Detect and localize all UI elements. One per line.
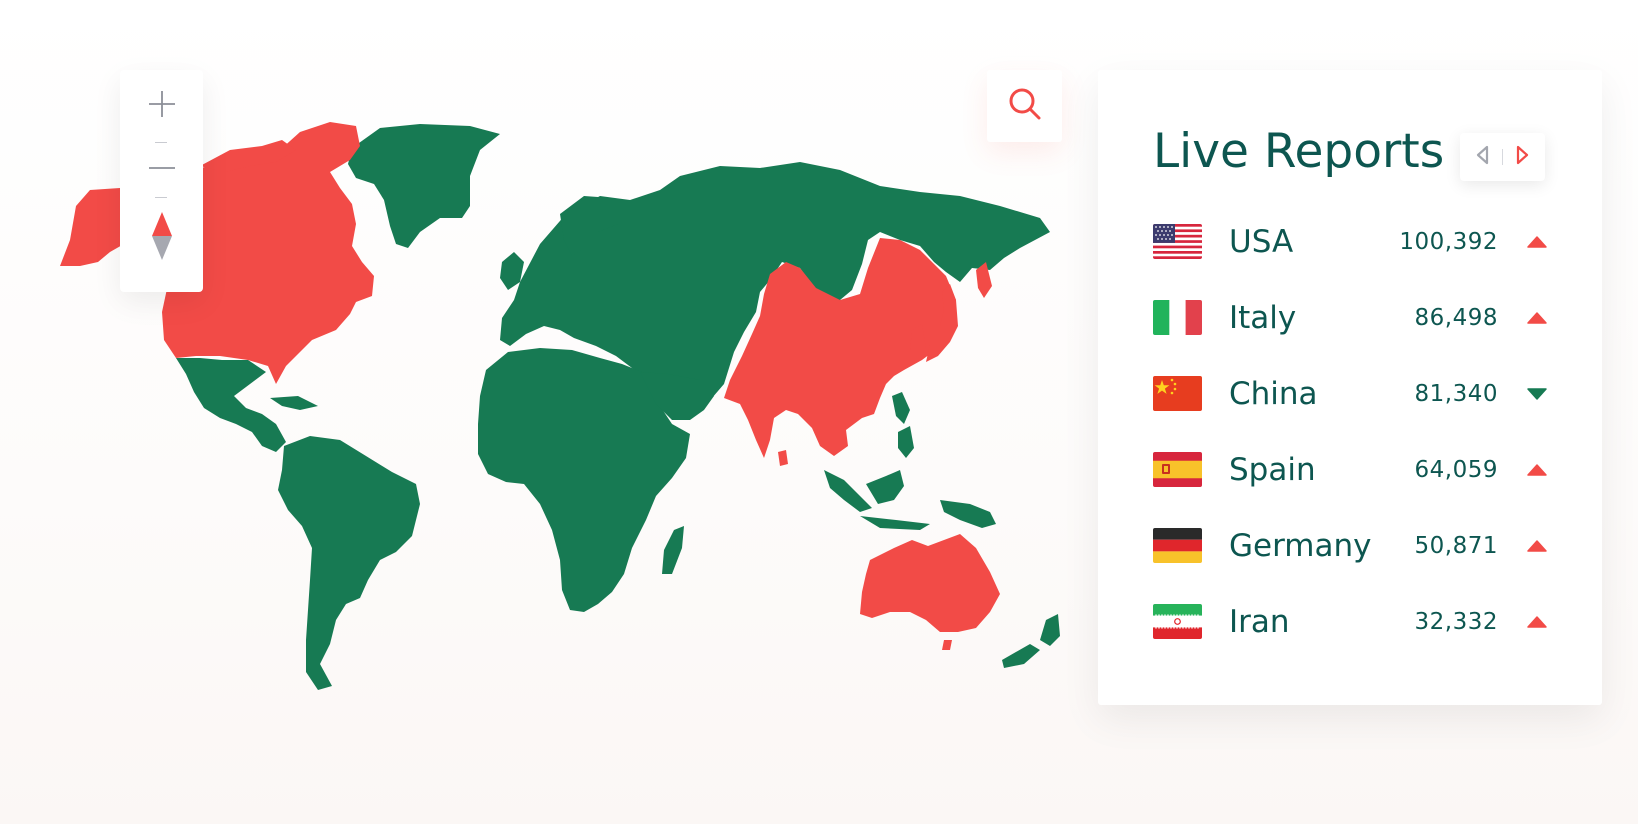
map-region-caribbean [270, 396, 318, 410]
trend-up-icon [1526, 614, 1548, 630]
report-row[interactable]: USA 100,392 [1153, 222, 1548, 298]
report-list: USA 100,392 Italy 86,498 China 81,340 Sp… [1153, 222, 1548, 678]
country-name: Germany [1229, 528, 1372, 564]
spain-flag-icon [1153, 452, 1202, 487]
report-row[interactable]: Germany 50,871 [1153, 526, 1548, 602]
chevron-left-icon [1475, 145, 1489, 169]
case-count: 100,392 [1399, 229, 1498, 255]
map-region-south-america [278, 436, 420, 690]
pager [1460, 133, 1545, 181]
map-region-greenland [348, 124, 500, 248]
germany-flag-icon [1153, 528, 1202, 563]
country-name: Spain [1229, 452, 1316, 488]
prev-page-button[interactable] [1462, 133, 1502, 181]
country-name: Italy [1229, 300, 1297, 336]
live-reports-panel: Live Reports USA 100,392 Italy 86,498 Ch… [1098, 70, 1602, 705]
minus-icon [147, 153, 177, 187]
trend-up-icon [1526, 310, 1548, 326]
next-page-button[interactable] [1503, 133, 1543, 181]
zoom-in-button[interactable] [120, 88, 203, 124]
country-name: Iran [1229, 604, 1290, 640]
case-count: 32,332 [1414, 609, 1498, 635]
map-region-sri-lanka [778, 450, 788, 466]
map-region-new-zealand [1002, 614, 1060, 668]
country-name: China [1229, 376, 1318, 412]
zoom-separator [155, 197, 167, 198]
plus-icon [147, 89, 177, 123]
report-row[interactable]: Italy 86,498 [1153, 298, 1548, 374]
panel-title: Live Reports [1153, 124, 1445, 179]
map-region-philippines [892, 392, 910, 424]
italy-flag-icon [1153, 300, 1202, 335]
search-icon [1008, 87, 1042, 125]
map-region-central-america [176, 358, 286, 452]
search-button[interactable] [987, 70, 1062, 142]
case-count: 64,059 [1414, 457, 1498, 483]
zoom-out-button[interactable] [120, 152, 203, 188]
report-row[interactable]: Spain 64,059 [1153, 450, 1548, 526]
iran-flag-icon [1153, 604, 1202, 639]
compass-button[interactable] [120, 210, 203, 266]
trend-down-icon [1526, 386, 1548, 402]
country-name: USA [1229, 224, 1294, 260]
case-count: 86,498 [1414, 305, 1498, 331]
report-row[interactable]: China 81,340 [1153, 374, 1548, 450]
map-region-madagascar [662, 526, 684, 574]
case-count: 81,340 [1414, 381, 1498, 407]
chevron-right-icon [1516, 145, 1530, 169]
trend-up-icon [1526, 234, 1548, 250]
zoom-separator [155, 142, 167, 143]
trend-up-icon [1526, 462, 1548, 478]
trend-up-icon [1526, 538, 1548, 554]
map-region-australia [860, 534, 1000, 632]
report-row[interactable]: Iran 32,332 [1153, 602, 1548, 678]
usa-flag-icon [1153, 224, 1202, 259]
map-region-indonesia [824, 426, 996, 530]
map-region-tasmania [942, 640, 952, 650]
case-count: 50,871 [1414, 533, 1498, 559]
compass-icon [150, 210, 174, 266]
china-flag-icon [1153, 376, 1202, 411]
zoom-panel [120, 70, 203, 292]
